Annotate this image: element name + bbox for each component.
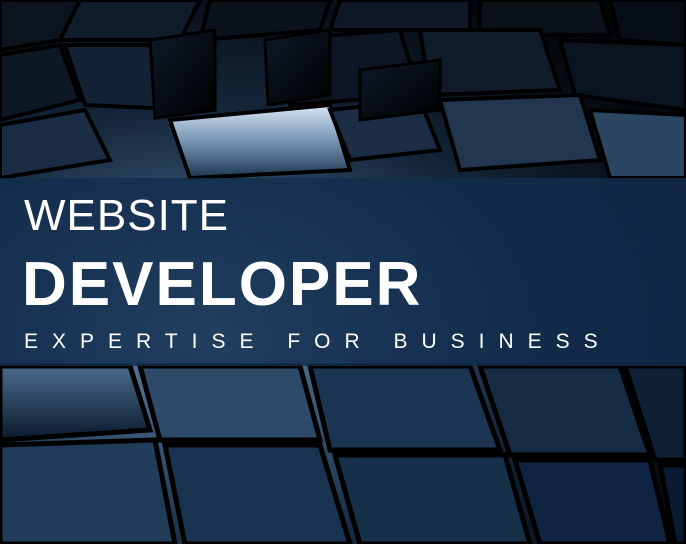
title-website: WEBSITE xyxy=(24,191,230,240)
tagline: EXPERTISE FOR BUSINESS xyxy=(24,330,612,353)
lower-cube-grid xyxy=(0,363,686,544)
title-developer: DEVELOPER xyxy=(22,250,423,319)
upper-cube-grid xyxy=(0,0,686,181)
hero-graphic: WEBSITE DEVELOPER EXPERTISE FOR BUSINESS xyxy=(0,0,686,544)
